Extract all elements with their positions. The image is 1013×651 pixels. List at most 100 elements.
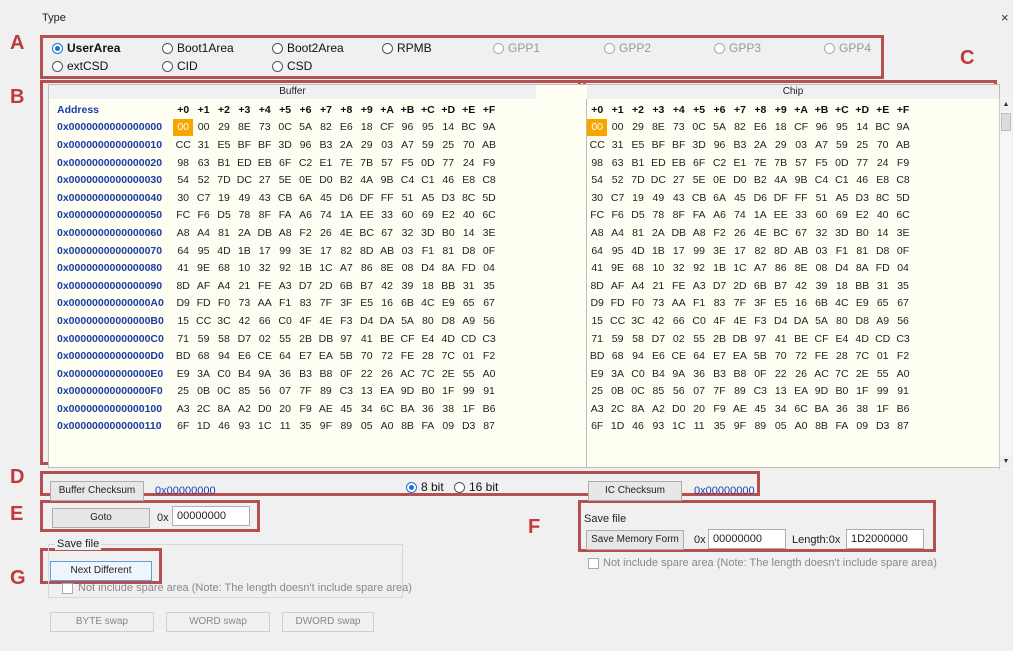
hex-byte-cell[interactable]: 19 (628, 189, 648, 207)
hex-byte-cell[interactable]: E5 (357, 295, 377, 313)
hex-byte-cell[interactable]: 8B (811, 418, 831, 436)
hex-byte-cell[interactable]: DF (357, 189, 377, 207)
hex-byte-cell[interactable]: 42 (648, 312, 668, 330)
hex-byte-cell[interactable]: CF (377, 119, 397, 137)
hex-byte-cell[interactable]: F9 (709, 400, 729, 418)
hex-byte-cell[interactable]: C3 (893, 330, 913, 348)
hex-byte-cell[interactable]: ED (648, 154, 668, 172)
hex-byte-cell[interactable]: BC (771, 224, 791, 242)
hex-byte-cell[interactable]: 55 (275, 330, 295, 348)
hex-byte-cell[interactable]: FD (193, 295, 213, 313)
hex-byte-cell[interactable]: 31 (193, 136, 213, 154)
hex-byte-cell[interactable]: BC (458, 119, 478, 137)
hex-byte-cell[interactable]: FE (255, 277, 275, 295)
hex-byte-cell[interactable]: 63 (193, 154, 213, 172)
hex-byte-cell[interactable]: A4 (214, 277, 234, 295)
save-offset-input[interactable]: 00000000 (708, 529, 786, 549)
hex-byte-cell[interactable]: 3A (607, 365, 627, 383)
hex-byte-cell[interactable]: DB (730, 330, 750, 348)
hex-byte-cell[interactable]: 4E (316, 312, 336, 330)
hex-byte-cell[interactable]: 14 (438, 119, 458, 137)
ic-checksum-button[interactable]: IC Checksum (588, 481, 682, 501)
hex-byte-cell[interactable]: DC (648, 171, 668, 189)
hex-byte-cell[interactable]: B0 (832, 383, 852, 401)
hex-byte-cell[interactable]: 5A (397, 312, 417, 330)
hex-byte-cell[interactable]: 35 (893, 277, 913, 295)
hex-byte-cell[interactable]: 49 (234, 189, 254, 207)
hex-byte-cell[interactable]: E2 (438, 207, 458, 225)
hex-byte-cell[interactable]: 7D (214, 171, 234, 189)
hex-byte-cell[interactable]: D0 (255, 400, 275, 418)
hex-byte-cell[interactable]: F6 (607, 207, 627, 225)
hex-byte-cell[interactable]: E9 (173, 365, 193, 383)
hex-byte-cell[interactable]: 6C (791, 400, 811, 418)
hex-byte-cell[interactable]: 3D (275, 136, 295, 154)
hex-byte-cell[interactable]: D7 (295, 277, 315, 295)
hex-byte-cell[interactable]: FC (173, 207, 193, 225)
hex-byte-cell[interactable]: BE (791, 330, 811, 348)
hex-byte-cell[interactable]: 60 (811, 207, 831, 225)
hex-byte-cell[interactable]: 18 (357, 119, 377, 137)
hex-byte-cell[interactable]: 98 (173, 154, 193, 172)
hex-byte-cell[interactable]: F2 (893, 347, 913, 365)
hex-byte-cell[interactable]: 99 (275, 242, 295, 260)
hex-byte-cell[interactable]: C4 (811, 171, 831, 189)
hex-byte-cell[interactable]: CE (255, 347, 275, 365)
hex-byte-cell[interactable]: 34 (357, 400, 377, 418)
hex-byte-cell[interactable]: E5 (214, 136, 234, 154)
hex-byte-cell[interactable]: 1F (872, 400, 892, 418)
hex-byte-cell[interactable]: 82 (316, 119, 336, 137)
hex-byte-cell[interactable]: 7E (336, 154, 356, 172)
hex-byte-cell[interactable]: 46 (438, 171, 458, 189)
hex-byte-cell[interactable]: 82 (336, 242, 356, 260)
hex-byte-cell[interactable]: E6 (234, 347, 254, 365)
hex-byte-cell[interactable]: 6F (275, 154, 295, 172)
hex-byte-cell[interactable]: A6 (709, 207, 729, 225)
hex-byte-cell[interactable]: 25 (438, 136, 458, 154)
hex-byte-cell[interactable]: 94 (214, 347, 234, 365)
hex-byte-cell[interactable]: 39 (811, 277, 831, 295)
hex-byte-cell[interactable]: 8C (872, 189, 892, 207)
hex-byte-cell[interactable]: 72 (377, 347, 397, 365)
hex-byte-cell[interactable]: D0 (730, 171, 750, 189)
hex-byte-cell[interactable]: 73 (234, 295, 254, 313)
hex-byte-cell[interactable]: 64 (587, 242, 607, 260)
hex-byte-cell[interactable]: C3 (750, 383, 770, 401)
hex-byte-cell[interactable]: E5 (771, 295, 791, 313)
hex-byte-cell[interactable]: CB (275, 189, 295, 207)
hex-byte-cell[interactable]: 14 (458, 224, 478, 242)
hex-byte-cell[interactable]: 3E (479, 224, 499, 242)
hex-byte-cell[interactable]: D7 (709, 277, 729, 295)
hex-byte-cell[interactable]: 8D (173, 277, 193, 295)
hex-byte-cell[interactable]: 81 (852, 242, 872, 260)
hex-byte-cell[interactable]: 33 (791, 207, 811, 225)
hex-byte-cell[interactable]: 3C (214, 312, 234, 330)
hex-byte-cell[interactable]: CF (811, 330, 831, 348)
hex-byte-cell[interactable]: 09 (852, 418, 872, 436)
hex-byte-cell[interactable]: 3E (893, 224, 913, 242)
hex-byte-cell[interactable]: A8 (275, 224, 295, 242)
hex-byte-cell[interactable]: A5 (418, 189, 438, 207)
hex-byte-cell[interactable]: 33 (377, 207, 397, 225)
hex-byte-cell[interactable]: C8 (479, 171, 499, 189)
hex-byte-cell[interactable]: B2 (336, 171, 356, 189)
hex-byte-cell[interactable]: 4F (295, 312, 315, 330)
hex-byte-cell[interactable]: 97 (750, 330, 770, 348)
buffer-checksum-button[interactable]: Buffer Checksum (50, 481, 144, 501)
hex-byte-cell[interactable]: 45 (730, 189, 750, 207)
hex-byte-cell[interactable]: A7 (336, 259, 356, 277)
hex-byte-cell[interactable]: 0B (607, 383, 627, 401)
hex-byte-cell[interactable]: A3 (275, 277, 295, 295)
dword-swap-button[interactable]: DWORD swap (282, 612, 374, 632)
hex-byte-cell[interactable]: FE (669, 277, 689, 295)
hex-byte-cell[interactable]: FF (791, 189, 811, 207)
spare-area-checkbox-right[interactable] (588, 558, 599, 569)
hex-byte-cell[interactable]: DF (771, 189, 791, 207)
hex-byte-cell[interactable]: FA (275, 207, 295, 225)
hex-byte-cell[interactable]: 5E (275, 171, 295, 189)
hex-byte-cell[interactable]: D9 (173, 295, 193, 313)
hex-byte-cell[interactable]: BF (648, 136, 668, 154)
hex-byte-cell[interactable]: 0F (336, 365, 356, 383)
hex-byte-cell[interactable]: 89 (730, 383, 750, 401)
hex-byte-cell[interactable]: 15 (587, 312, 607, 330)
